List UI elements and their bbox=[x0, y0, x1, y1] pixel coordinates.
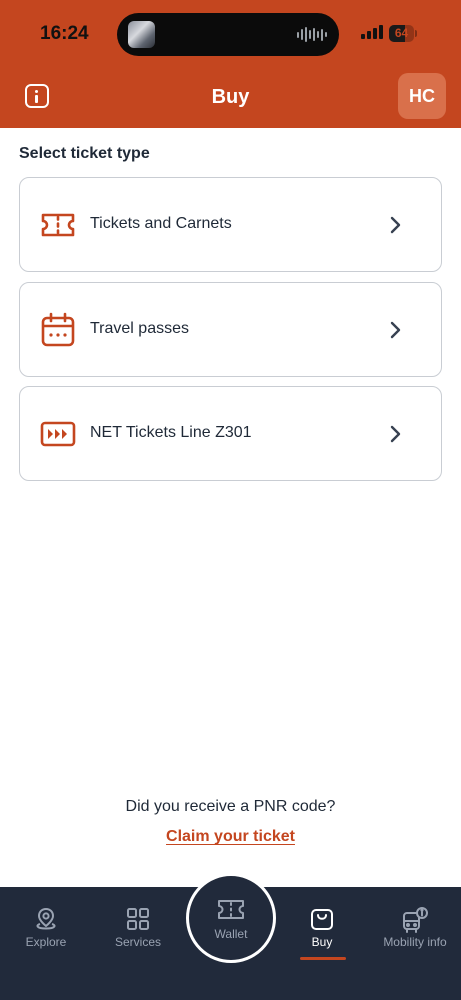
section-title: Select ticket type bbox=[19, 145, 150, 162]
ticket-icon bbox=[41, 213, 75, 237]
bus-info-icon bbox=[403, 907, 428, 933]
chevron-right-icon bbox=[390, 216, 401, 234]
nav-label: Mobility info bbox=[383, 935, 447, 949]
option-tickets-and-carnets[interactable]: Tickets and Carnets bbox=[19, 177, 442, 272]
battery-level: 64 bbox=[394, 26, 409, 40]
nav-buy[interactable]: Buy bbox=[276, 887, 368, 977]
pnr-question: Did you receive a PNR code? bbox=[125, 798, 336, 815]
chevron-right-icon bbox=[390, 321, 401, 339]
ticket-icon bbox=[218, 900, 244, 919]
battery-icon: 64 bbox=[389, 25, 417, 42]
fast-forward-icon bbox=[40, 421, 76, 447]
nav-label: Explore bbox=[25, 935, 67, 949]
claim-ticket-label: Claim your ticket bbox=[166, 828, 295, 845]
option-travel-passes[interactable]: Travel passes bbox=[19, 282, 442, 377]
chevron-right-icon bbox=[390, 425, 401, 443]
audio-wave-icon bbox=[297, 26, 327, 43]
buy-screen: 16:24 64 Buy HC Select ticket type Ticke… bbox=[0, 0, 461, 1000]
status-time: 16:24 bbox=[40, 23, 89, 44]
option-label: NET Tickets Line Z301 bbox=[90, 424, 252, 441]
location-pin-icon bbox=[36, 907, 56, 930]
option-label: Travel passes bbox=[90, 320, 189, 337]
nav-services[interactable]: Services bbox=[92, 887, 184, 977]
nav-label: Wallet bbox=[214, 927, 248, 941]
grid-icon bbox=[127, 908, 149, 930]
avatar[interactable]: HC bbox=[398, 73, 446, 119]
signal-icon bbox=[361, 25, 383, 39]
dynamic-island bbox=[117, 13, 339, 56]
option-label: Tickets and Carnets bbox=[90, 215, 232, 232]
nav-explore[interactable]: Explore bbox=[0, 887, 92, 977]
option-net-tickets-line-z301[interactable]: NET Tickets Line Z301 bbox=[19, 386, 442, 481]
page-title: Buy bbox=[211, 86, 250, 108]
nav-mobility-info[interactable]: Mobility info bbox=[369, 887, 461, 977]
header-bar: 16:24 64 Buy HC bbox=[0, 0, 461, 128]
shopping-bag-icon bbox=[311, 909, 333, 930]
active-tab-indicator bbox=[300, 957, 346, 960]
calendar-icon bbox=[41, 312, 75, 347]
claim-ticket-link[interactable]: Claim your ticket bbox=[0, 828, 461, 846]
nav-wallet[interactable]: Wallet bbox=[186, 873, 276, 963]
nav-label: Services bbox=[114, 935, 161, 949]
nav-label: Buy bbox=[311, 935, 333, 949]
media-thumbnail bbox=[128, 21, 155, 48]
